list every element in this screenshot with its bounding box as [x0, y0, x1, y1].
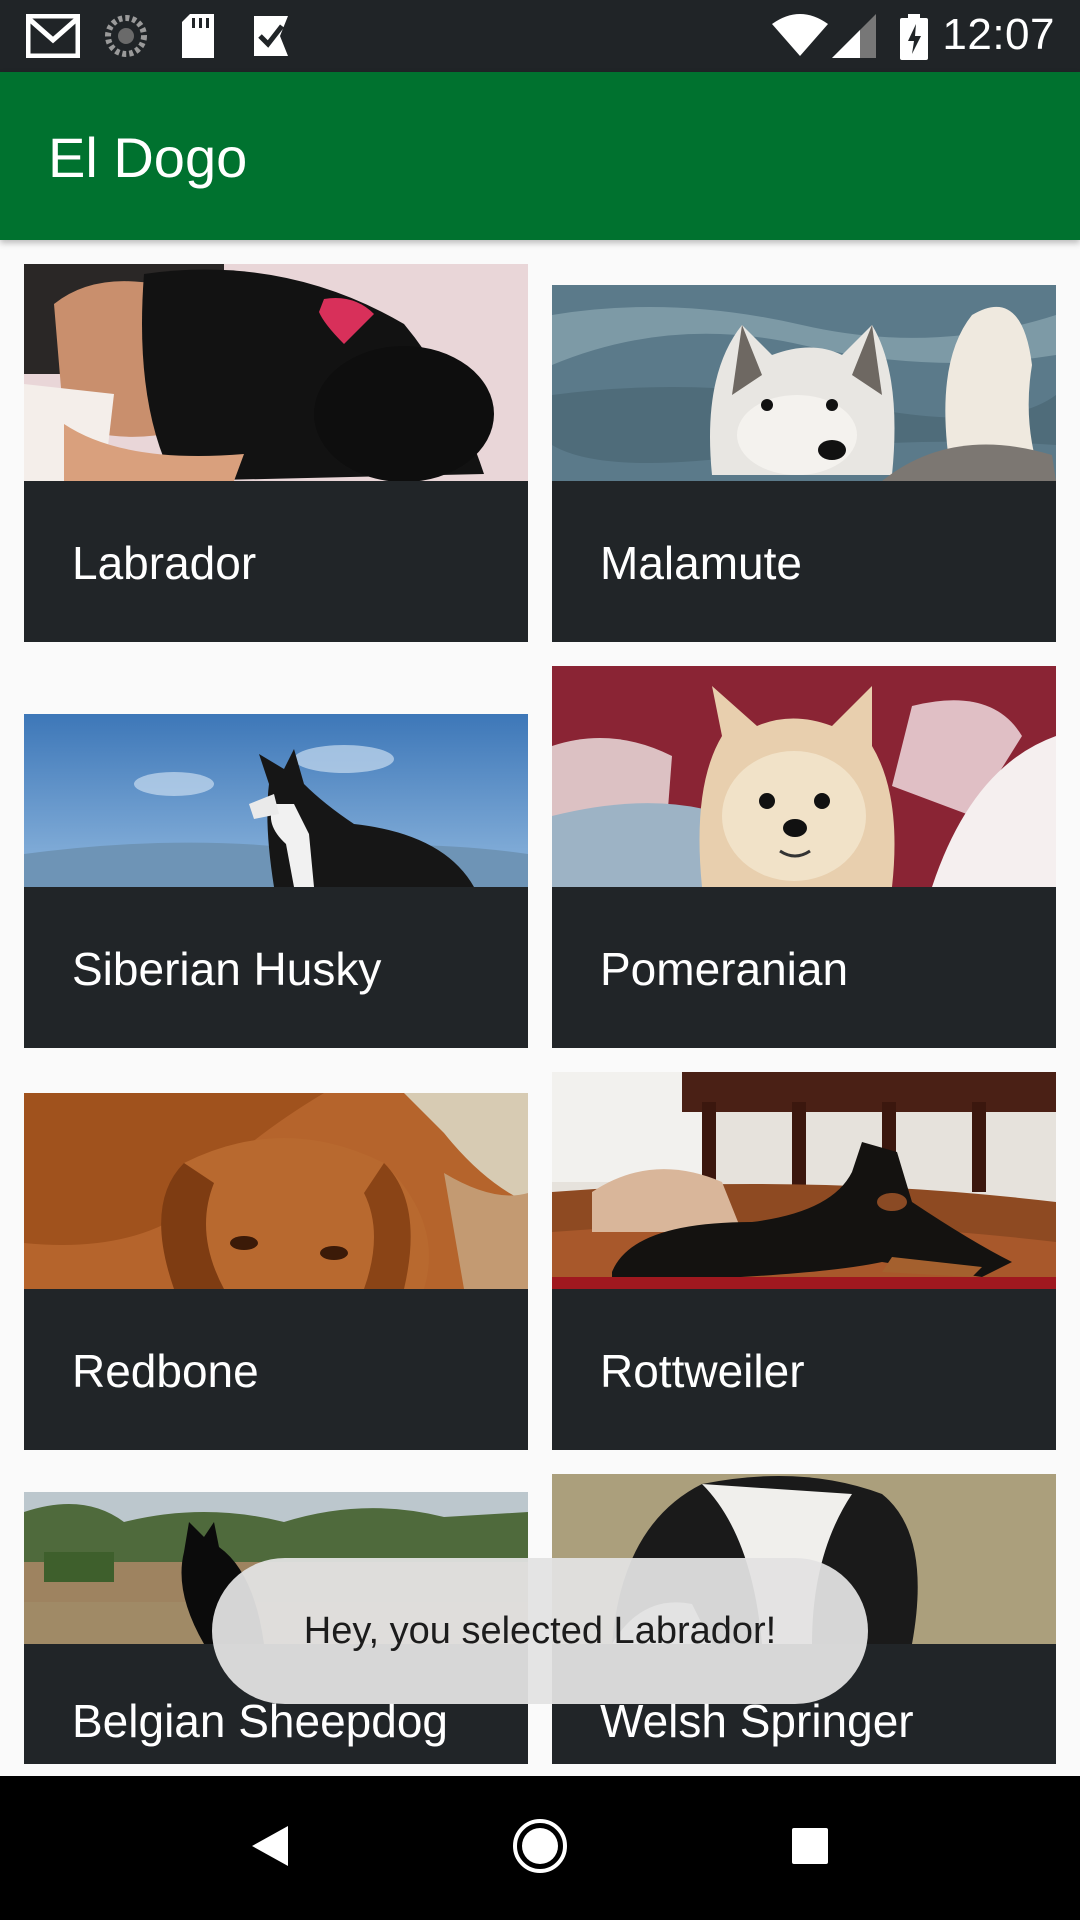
breed-label: Rottweiler: [600, 1345, 805, 1397]
status-bar-clock: 12:07: [942, 10, 1055, 59]
status-bar: 12:07: [0, 0, 1080, 72]
breed-photo-siberian-husky: [24, 714, 528, 887]
breed-label: Pomeranian: [600, 943, 849, 995]
breed-label: Siberian Husky: [72, 943, 382, 995]
toast-notification: Hey, you selected Labrador!: [212, 1558, 868, 1704]
navigation-bar: [0, 1776, 1080, 1920]
breed-label: Malamute: [600, 537, 802, 589]
breed-label: Labrador: [72, 537, 257, 589]
breed-photo-pomeranian: [552, 666, 1056, 887]
back-button[interactable]: [198, 1776, 342, 1920]
back-icon: [250, 1824, 290, 1873]
battery-icon: [900, 14, 928, 65]
breed-photo-malamute: [552, 285, 1056, 481]
breed-card-malamute[interactable]: Malamute: [552, 285, 1056, 642]
breed-card-pomeranian[interactable]: Pomeranian: [552, 666, 1056, 1048]
breed-card-rottweiler[interactable]: Rottweiler: [552, 1072, 1056, 1450]
app-bar: El Dogo: [0, 72, 1080, 240]
breed-label: Redbone: [72, 1345, 259, 1397]
home-button[interactable]: [468, 1776, 612, 1920]
cell-signal-icon: [832, 14, 876, 63]
breed-grid[interactable]: Labrador Malamute Siberian Husky Pomeran…: [0, 240, 1080, 1776]
breed-photo-rottweiler: [552, 1072, 1056, 1289]
sync-icon: [104, 14, 148, 63]
breed-photo-labrador: [24, 264, 528, 481]
breed-card-redbone[interactable]: Redbone: [24, 1093, 528, 1450]
home-icon: [512, 1818, 568, 1879]
breed-card-labrador[interactable]: Labrador: [24, 264, 528, 642]
gmail-icon: [25, 13, 81, 63]
toast-message: Hey, you selected Labrador!: [303, 1609, 777, 1652]
breed-card-siberian-husky[interactable]: Siberian Husky: [24, 714, 528, 1048]
breed-photo-redbone: [24, 1093, 528, 1289]
recents-icon: [791, 1827, 829, 1870]
wifi-icon: [772, 14, 828, 63]
sd-card-icon: [180, 14, 216, 63]
task-check-icon: [250, 14, 292, 63]
app-title: El Dogo: [48, 126, 248, 189]
recents-button[interactable]: [738, 1776, 882, 1920]
